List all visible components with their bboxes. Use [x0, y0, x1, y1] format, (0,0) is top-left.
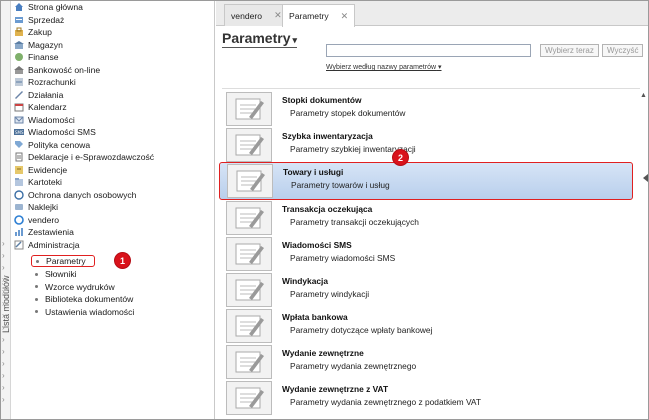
warehouse-icon	[14, 40, 24, 50]
admin-icon	[14, 240, 24, 250]
nav-item-mail[interactable]: Wiadomości	[14, 114, 75, 126]
nav-subitem-parametry[interactable]: Parametry	[31, 255, 95, 267]
nav-item-actions[interactable]: Działania	[14, 89, 63, 101]
list-item-quick-inventory[interactable]: Szybka inwentaryzacja Parametry szybkiej…	[222, 127, 632, 163]
nav-item-labels[interactable]: Naklejki	[14, 201, 58, 213]
parameter-thumbnail-icon	[226, 92, 272, 126]
nav-item-files[interactable]: Kartoteki	[14, 176, 62, 188]
close-icon[interactable]: ✕	[274, 10, 282, 21]
vendero-icon	[14, 214, 24, 225]
records-icon	[14, 165, 24, 175]
nav-item-home[interactable]: Strona główna	[14, 1, 83, 13]
callout-badge-1: 1	[115, 253, 130, 268]
callout-badge-2: 2	[393, 150, 408, 165]
reports-icon	[14, 227, 24, 237]
nav-item-calendar[interactable]: Kalendarz	[14, 101, 67, 113]
selection-pointer-icon	[643, 174, 648, 182]
nav-item-finance[interactable]: Finanse	[14, 51, 59, 63]
nav-item-declarations[interactable]: Deklaracje i e-Sprawozdawczość	[14, 151, 154, 163]
files-icon	[14, 177, 24, 187]
tab-vendero[interactable]: vendero ✕	[224, 4, 289, 26]
parameter-thumbnail-icon	[227, 164, 273, 198]
search-input[interactable]	[326, 44, 531, 57]
parameter-thumbnail-icon	[226, 345, 272, 379]
nav-subitem-document-library[interactable]: Biblioteka dokumentów	[31, 293, 133, 305]
bank-icon	[14, 65, 24, 75]
dropdown-caret-icon: ▾	[292, 35, 298, 45]
nav-subitem-dictionaries[interactable]: Słowniki	[31, 268, 77, 280]
nav-item-privacy[interactable]: Ochrona danych osobowych	[14, 189, 136, 201]
pricing-icon	[14, 140, 24, 150]
list-item-external-issue[interactable]: Wydanie zewnętrzne Parametry wydania zew…	[222, 344, 632, 380]
parameter-thumbnail-icon	[226, 309, 272, 343]
list-item-debt-collection[interactable]: Windykacja Parametry windykacji	[222, 272, 632, 308]
scroll-up-icon[interactable]: ▲	[640, 92, 647, 99]
declarations-icon	[14, 152, 24, 162]
privacy-icon	[14, 189, 24, 200]
bullet-icon	[35, 297, 38, 301]
mail-icon	[14, 115, 24, 125]
module-list-label[interactable]: Lista modułów	[1, 275, 11, 333]
parameter-thumbnail-icon	[226, 128, 272, 162]
nav-subitem-print-templates[interactable]: Wzorce wydruków	[31, 281, 115, 293]
actions-icon	[14, 90, 24, 100]
tab-parametry[interactable]: Parametry ✕	[282, 4, 356, 27]
main-panel: vendero ✕ Parametry ✕ Parametry ▾ Wybierz t…	[216, 0, 649, 420]
bullet-icon	[35, 285, 38, 288]
nav-item-bank[interactable]: Bankowość on-line	[14, 64, 100, 76]
nav-item-purchase[interactable]: Zakup	[14, 26, 52, 38]
list-item-external-issue-vat[interactable]: Wydanie zewnętrzne z VAT Parametry wydan…	[222, 380, 632, 416]
nav-item-pricing[interactable]: Polityka cenowa	[14, 139, 90, 151]
list-item-bank-deposit[interactable]: Wpłata bankowa Parametry dotyczące wpłat…	[222, 308, 632, 344]
module-navigation: Strona główna Sprzedaż Zakup Magazyn Fin…	[11, 0, 215, 420]
close-icon[interactable]: ✕	[341, 11, 349, 22]
nav-item-sms[interactable]: SMS Wiadomości SMS	[14, 126, 96, 138]
parameter-thumbnail-icon	[226, 381, 272, 415]
parameter-thumbnail-icon	[226, 237, 272, 271]
list-item-pending-transaction[interactable]: Transakcja oczekująca Parametry transakc…	[222, 200, 632, 236]
sms-icon: SMS	[14, 127, 24, 137]
nav-item-vendero[interactable]: vendero	[14, 214, 59, 226]
bullet-icon	[35, 310, 38, 313]
module-strip: › › › › › › › › › › › › › › Lista modułów	[0, 0, 11, 420]
calendar-icon	[14, 102, 24, 112]
tab-bar: vendero ✕ Parametry ✕	[216, 0, 649, 27]
list-item-goods-services[interactable]: Towary i usługi Parametry towarów i usłu…	[219, 162, 633, 200]
page-title[interactable]: Parametry ▾	[222, 30, 298, 48]
sales-icon	[14, 15, 24, 25]
nav-item-warehouse[interactable]: Magazyn	[14, 39, 63, 51]
parameter-thumbnail-icon	[226, 201, 272, 235]
svg-text:SMS: SMS	[15, 130, 24, 135]
bullet-icon	[36, 259, 39, 263]
nav-item-admin[interactable]: Administracja	[14, 239, 80, 251]
bullet-icon	[35, 272, 38, 276]
home-icon	[14, 2, 24, 12]
nav-subitem-message-settings[interactable]: Ustawienia wiadomości	[31, 306, 134, 318]
choose-now-button[interactable]: Wybierz teraz	[540, 44, 599, 57]
search-mode-dropdown[interactable]: Wybierz według nazwy parametrów ▾	[326, 63, 442, 71]
nav-item-records[interactable]: Ewidencje	[14, 164, 67, 176]
finance-icon	[14, 52, 24, 62]
nav-item-settlements[interactable]: Rozrachunki	[14, 76, 76, 88]
nav-item-sales[interactable]: Sprzedaż	[14, 14, 64, 26]
list-item-footers[interactable]: Stopki dokumentów Parametry stopek dokum…	[222, 91, 632, 127]
parameters-list: ▲ Stopki dokumentów Parametry stopek dok…	[219, 88, 647, 420]
list-item-sms-messages[interactable]: Wiadomości SMS Parametry wiadomości SMS	[222, 236, 632, 272]
labels-icon	[14, 202, 24, 212]
nav-item-reports[interactable]: Zestawienia	[14, 226, 74, 238]
purchase-icon	[14, 27, 24, 37]
clear-button[interactable]: Wyczyść	[602, 44, 644, 57]
settlements-icon	[14, 77, 24, 87]
parameter-thumbnail-icon	[226, 273, 272, 307]
